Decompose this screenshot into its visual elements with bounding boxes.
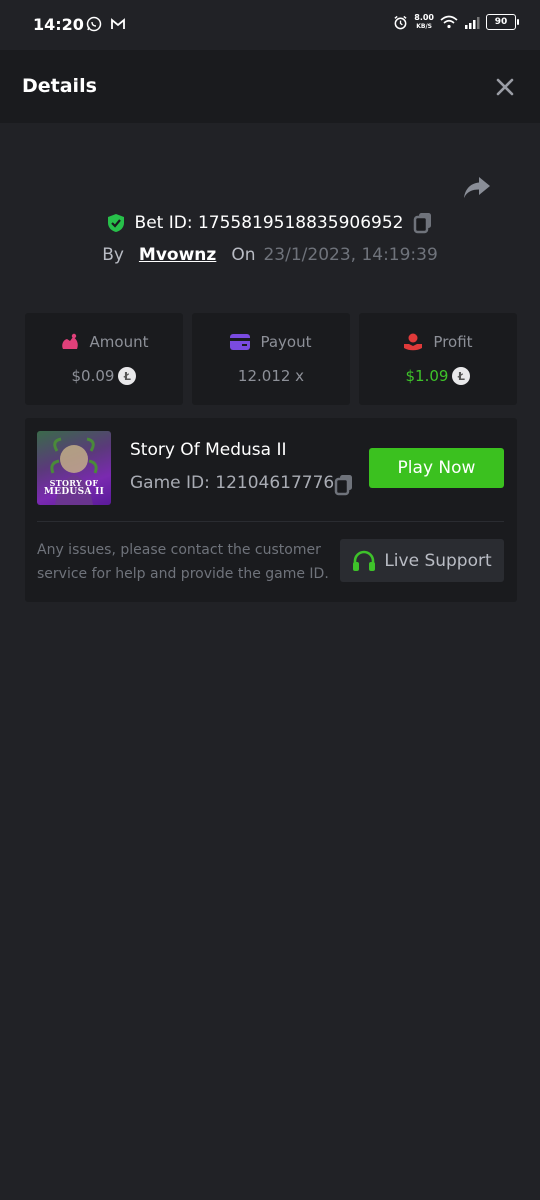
signal-icon [465, 16, 480, 29]
whatsapp-icon [86, 16, 102, 32]
amount-value: $0.09 [71, 367, 115, 385]
status-time: 14:20 [33, 15, 84, 34]
by-label: By [102, 245, 124, 265]
share-icon[interactable] [463, 175, 491, 201]
mail-icon [111, 18, 125, 29]
litecoin-icon: Ł [118, 367, 137, 385]
on-label: On [231, 245, 256, 265]
headset-icon [353, 550, 376, 571]
battery-icon: 90 [486, 14, 519, 30]
shield-check-icon [107, 214, 124, 232]
support-note: Any issues, please contact the customer … [37, 542, 329, 582]
live-support-label: Live Support [384, 550, 492, 571]
wifi-icon [440, 15, 458, 29]
play-now-button[interactable]: Play Now [369, 448, 504, 488]
bet-id-row: Bet ID: 1755819518835906952 [0, 212, 540, 234]
game-thumbnail[interactable]: STORY OF MEDUSA II [37, 431, 111, 505]
network-speed: 8.00 KB/S [414, 13, 434, 30]
game-card: STORY OF MEDUSA II Story Of Medusa II Ga… [25, 418, 517, 602]
game-id: Game ID: 12104617776 [130, 473, 335, 493]
stat-profit: Profit $1.09 Ł [359, 313, 517, 405]
status-system-icons: 8.00 KB/S 90 [393, 13, 519, 31]
close-icon[interactable] [495, 77, 515, 97]
amount-label: Amount [89, 333, 149, 351]
divider [37, 521, 504, 522]
username-link[interactable]: Mvownz [139, 245, 216, 265]
game-name: Story Of Medusa II [130, 440, 287, 460]
alarm-icon [394, 15, 407, 29]
bet-date: 23/1/2023, 14:19:39 [263, 245, 438, 265]
bet-stats: Amount $0.09 Ł Payout 12.012 x Profit $1… [25, 313, 517, 405]
profit-icon [404, 333, 423, 351]
profit-label: Profit [433, 333, 473, 351]
stat-amount: Amount $0.09 Ł [25, 313, 183, 405]
profit-value: $1.09 [405, 367, 449, 385]
copy-icon[interactable] [413, 212, 433, 234]
bet-author-row: By Mvownz On 23/1/2023, 14:19:39 [0, 245, 540, 265]
card-icon [230, 334, 251, 350]
bet-id: Bet ID: 1755819518835906952 [134, 213, 404, 233]
payout-label: Payout [260, 333, 312, 351]
amount-icon [61, 333, 78, 349]
litecoin-icon: Ł [452, 367, 471, 385]
live-support-button[interactable]: Live Support [340, 539, 504, 582]
payout-value: 12.012 x [237, 367, 305, 385]
page-title: Details [22, 75, 97, 97]
status-notification-icons [86, 16, 126, 32]
thumbnail-title: STORY OF MEDUSA II [43, 478, 105, 497]
details-header: Details [0, 50, 540, 123]
copy-icon[interactable] [334, 474, 354, 496]
status-bar: 14:20 8.00 KB/S 90 [0, 0, 540, 50]
stat-payout: Payout 12.012 x [192, 313, 350, 405]
